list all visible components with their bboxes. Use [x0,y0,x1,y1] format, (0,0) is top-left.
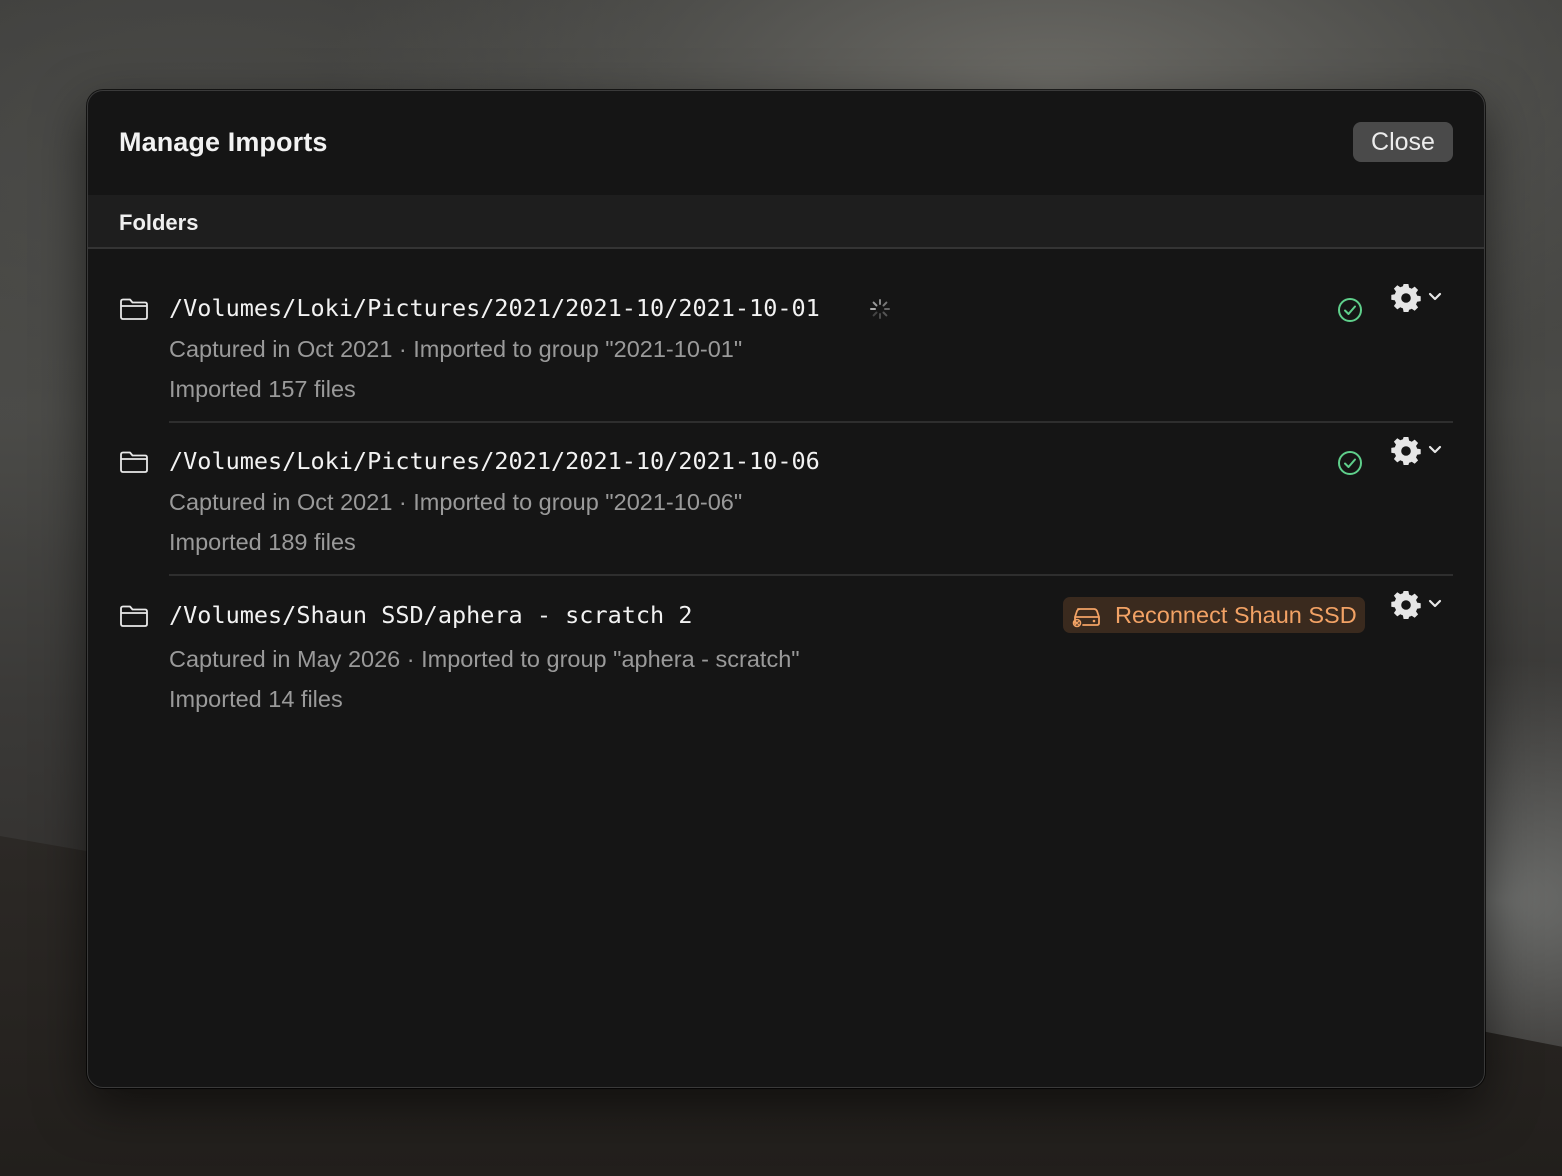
chevron-down-icon [1428,292,1442,301]
folder-icon [120,605,148,627]
folder-path: /Volumes/Shaun SSD/aphera - scratch 2 [169,601,693,629]
reconnect-drive-button[interactable]: Reconnect Shaun SSD [1063,597,1365,633]
row-divider [169,421,1453,423]
folder-row: /Volumes/Shaun SSD/aphera - scratch 2 Ca… [88,588,1484,728]
dialog-header: Manage Imports Close [88,91,1484,195]
folder-path: /Volumes/Loki/Pictures/2021/2021-10/2021… [169,447,820,475]
folder-meta: Captured in May 2026 · Imported to group… [169,646,800,672]
folder-file-count: Imported 157 files [169,376,356,402]
folder-path: /Volumes/Loki/Pictures/2021/2021-10/2021… [169,294,820,322]
reconnect-label: Reconnect Shaun SSD [1115,602,1357,628]
spinner-icon [870,299,890,319]
check-circle-icon [1338,298,1362,322]
gear-icon [1391,284,1421,312]
folders-section-header: Folders [88,195,1484,249]
dialog-title: Manage Imports [119,127,328,157]
check-circle-icon [1338,451,1362,475]
gear-icon [1391,437,1421,465]
chevron-down-icon [1428,599,1442,608]
folder-icon [120,298,148,320]
folder-options-menu[interactable] [1388,588,1448,622]
folder-options-menu[interactable] [1388,434,1448,468]
close-button[interactable]: Close [1353,122,1453,162]
folder-meta: Captured in Oct 2021 · Imported to group… [169,336,743,362]
row-divider [169,574,1453,576]
external-drive-icon [1072,608,1100,628]
folder-meta: Captured in Oct 2021 · Imported to group… [169,489,743,515]
gear-icon [1391,591,1421,619]
folder-row: /Volumes/Loki/Pictures/2021/2021-10/2021… [88,281,1484,423]
folder-file-count: Imported 14 files [169,686,343,712]
folder-icon [120,451,148,473]
folder-options-menu[interactable] [1388,281,1448,315]
folder-row: /Volumes/Loki/Pictures/2021/2021-10/2021… [88,434,1484,576]
section-title: Folders [119,210,199,235]
folder-file-count: Imported 189 files [169,529,356,555]
manage-imports-dialog: Manage Imports Close Folders /Volumes/Lo… [87,90,1485,1088]
chevron-down-icon [1428,445,1442,454]
